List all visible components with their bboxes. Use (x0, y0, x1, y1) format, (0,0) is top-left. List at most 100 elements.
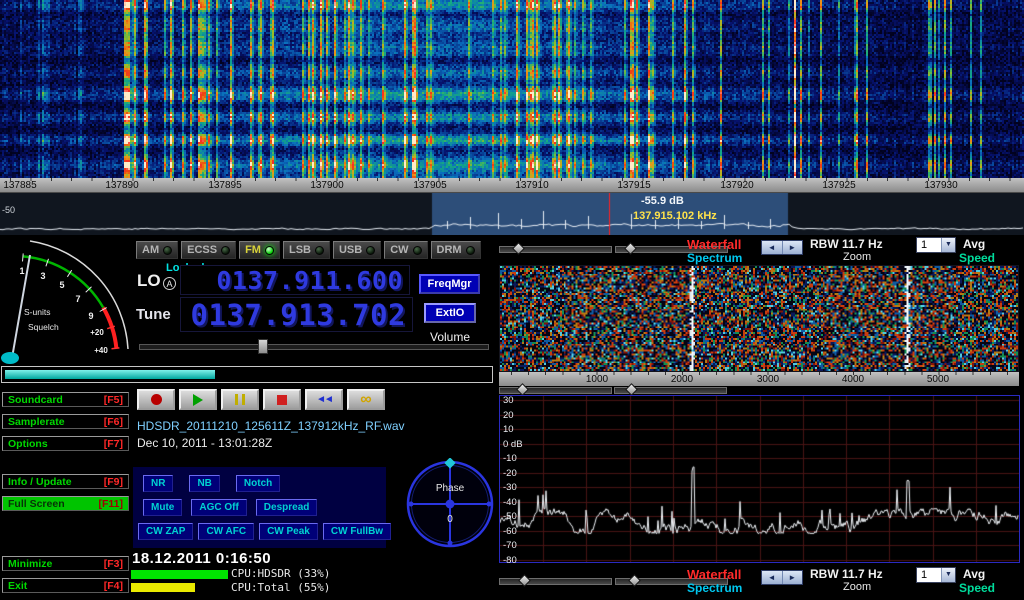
cw-peak-button[interactable]: CW Peak (259, 523, 318, 540)
notch-button[interactable]: Notch (236, 475, 280, 492)
avg-select-value: 1 (917, 238, 941, 252)
cw-afc-button[interactable]: CW AFC (198, 523, 254, 540)
meter-pivot-knob[interactable] (1, 352, 19, 364)
db-axis-label: -30 (503, 482, 517, 493)
play-button[interactable] (179, 389, 217, 410)
rbw-stepper: ◄ ► (761, 570, 803, 585)
smeter-tick-label: 9 (88, 311, 93, 321)
waterfall-brightness-slider-2[interactable] (499, 578, 612, 585)
mode-fm-button[interactable]: FM (239, 241, 280, 259)
arrow-right-icon[interactable]: ► (783, 571, 803, 584)
mode-am-button[interactable]: AM (136, 241, 178, 259)
spectrum-max-slider[interactable] (614, 387, 727, 394)
fullscreen-button[interactable]: Full Screen[F11] (2, 496, 129, 511)
nr-button[interactable]: NR (143, 475, 173, 492)
waterfall-brightness-slider[interactable] (499, 246, 612, 253)
cpu-total-label: CPU:Total (55%) (231, 581, 330, 594)
exit-button[interactable]: Exit[F4] (2, 578, 129, 593)
options-button[interactable]: Options[F7] (2, 436, 129, 451)
info-update-button[interactable]: Info / Update [F9] (2, 474, 129, 489)
mode-led (413, 246, 422, 255)
smeter-tick-label: 5 (59, 280, 64, 290)
avg-select[interactable]: 1 ▼ (916, 237, 956, 253)
frequency-scale[interactable]: 137885 137890 137895 137900 137905 13791… (0, 178, 1024, 192)
rewind-button[interactable]: ◄◄ (305, 389, 343, 410)
samplerate-button[interactable]: Samplerate[F6] (2, 414, 129, 429)
button-key: [F9] (104, 476, 123, 488)
agc-off-button[interactable]: AGC Off (191, 499, 246, 516)
mode-led (466, 246, 475, 255)
waterfall-label[interactable]: Waterfall (687, 237, 741, 252)
cw-zap-button[interactable]: CW ZAP (138, 523, 193, 540)
slider-thumb[interactable] (624, 242, 637, 255)
scale-label: 4000 (842, 374, 864, 385)
smeter-tick-label: +20 (90, 328, 104, 337)
avg-select-value: 1 (917, 568, 941, 582)
mode-label: LSB (289, 244, 311, 256)
freq-label: 137925 (822, 180, 855, 191)
soundcard-button[interactable]: Soundcard[F5] (2, 392, 129, 407)
mode-cw-button[interactable]: CW (384, 241, 427, 259)
main-spectrum[interactable]: -50 -55.9 dB 137.915.102 kHz (0, 192, 1024, 235)
scale-label: 1000 (586, 374, 608, 385)
arrow-left-icon[interactable]: ◄ (762, 241, 783, 254)
mode-led (221, 246, 230, 255)
mode-ecss-button[interactable]: ECSS (181, 241, 236, 259)
pause-icon (235, 394, 245, 405)
spectrum-label[interactable]: Spectrum (687, 581, 742, 595)
stop-button[interactable] (263, 389, 301, 410)
lo-frequency-display[interactable]: 0137.911.600 (180, 265, 410, 295)
s-meter: 1 3 5 7 9 +20 +40 S-units Squelch (0, 237, 130, 367)
speed-label: Speed (959, 581, 995, 595)
button-label: Info / Update (8, 476, 72, 488)
cw-fullbw-button[interactable]: CW FullBw (323, 523, 391, 540)
mode-drm-button[interactable]: DRM (431, 241, 481, 259)
chevron-down-icon[interactable]: ▼ (941, 568, 955, 582)
record-button[interactable] (137, 389, 175, 410)
chevron-down-icon[interactable]: ▼ (941, 238, 955, 252)
main-waterfall[interactable] (0, 0, 1024, 178)
extio-button[interactable]: ExtIO (424, 303, 476, 323)
avg-select-2[interactable]: 1 ▼ (916, 567, 956, 583)
freq-label: 137910 (515, 180, 548, 191)
slider-thumb[interactable] (512, 242, 525, 255)
mode-label: CW (390, 244, 408, 256)
lo-lock-badge-icon[interactable]: A (163, 277, 176, 290)
nb-button[interactable]: NB (189, 475, 219, 492)
db-readout: -55.9 dB (641, 195, 684, 207)
zoom-label: Zoom (843, 251, 871, 263)
squelch-level-bar[interactable] (1, 366, 493, 383)
volume-slider[interactable] (139, 344, 489, 350)
spectrum-label[interactable]: Spectrum (687, 251, 742, 265)
despread-button[interactable]: Despread (256, 499, 318, 516)
mute-button[interactable]: Mute (143, 499, 182, 516)
playback-controls: ◄◄ ∞ (137, 389, 385, 410)
lo-label: LO (137, 271, 161, 291)
arrow-right-icon[interactable]: ► (783, 241, 803, 254)
waterfall-label[interactable]: Waterfall (687, 567, 741, 582)
db-axis-label: -50 (503, 511, 517, 522)
zoom-spectrum-canvas[interactable] (500, 396, 1019, 562)
mode-lsb-button[interactable]: LSB (283, 241, 330, 259)
smeter-tick-label: 3 (40, 271, 45, 281)
mode-led (315, 246, 324, 255)
pause-button[interactable] (221, 389, 259, 410)
meter-ticks (23, 253, 107, 311)
freqmgr-button[interactable]: FreqMgr (419, 274, 480, 294)
zoom-spectrum[interactable] (499, 395, 1020, 563)
volume-slider-thumb[interactable] (258, 339, 268, 354)
scale-label: 3000 (757, 374, 779, 385)
button-label: Minimize (8, 558, 52, 570)
record-icon (151, 394, 162, 405)
slider-thumb[interactable] (628, 574, 641, 587)
arrow-left-icon[interactable]: ◄ (762, 571, 783, 584)
tune-frequency-display[interactable]: 0137.913.702 (180, 297, 413, 332)
zoom-frequency-scale[interactable]: 1000 2000 3000 4000 5000 (499, 372, 1019, 386)
spectrum-min-slider[interactable] (499, 387, 612, 394)
minimize-button[interactable]: Minimize[F3] (2, 556, 129, 571)
slider-thumb[interactable] (518, 574, 531, 587)
zoom-waterfall[interactable] (499, 265, 1019, 372)
mode-usb-button[interactable]: USB (333, 241, 381, 259)
main-spectrum-canvas[interactable] (0, 193, 1024, 235)
loop-button[interactable]: ∞ (347, 389, 385, 410)
